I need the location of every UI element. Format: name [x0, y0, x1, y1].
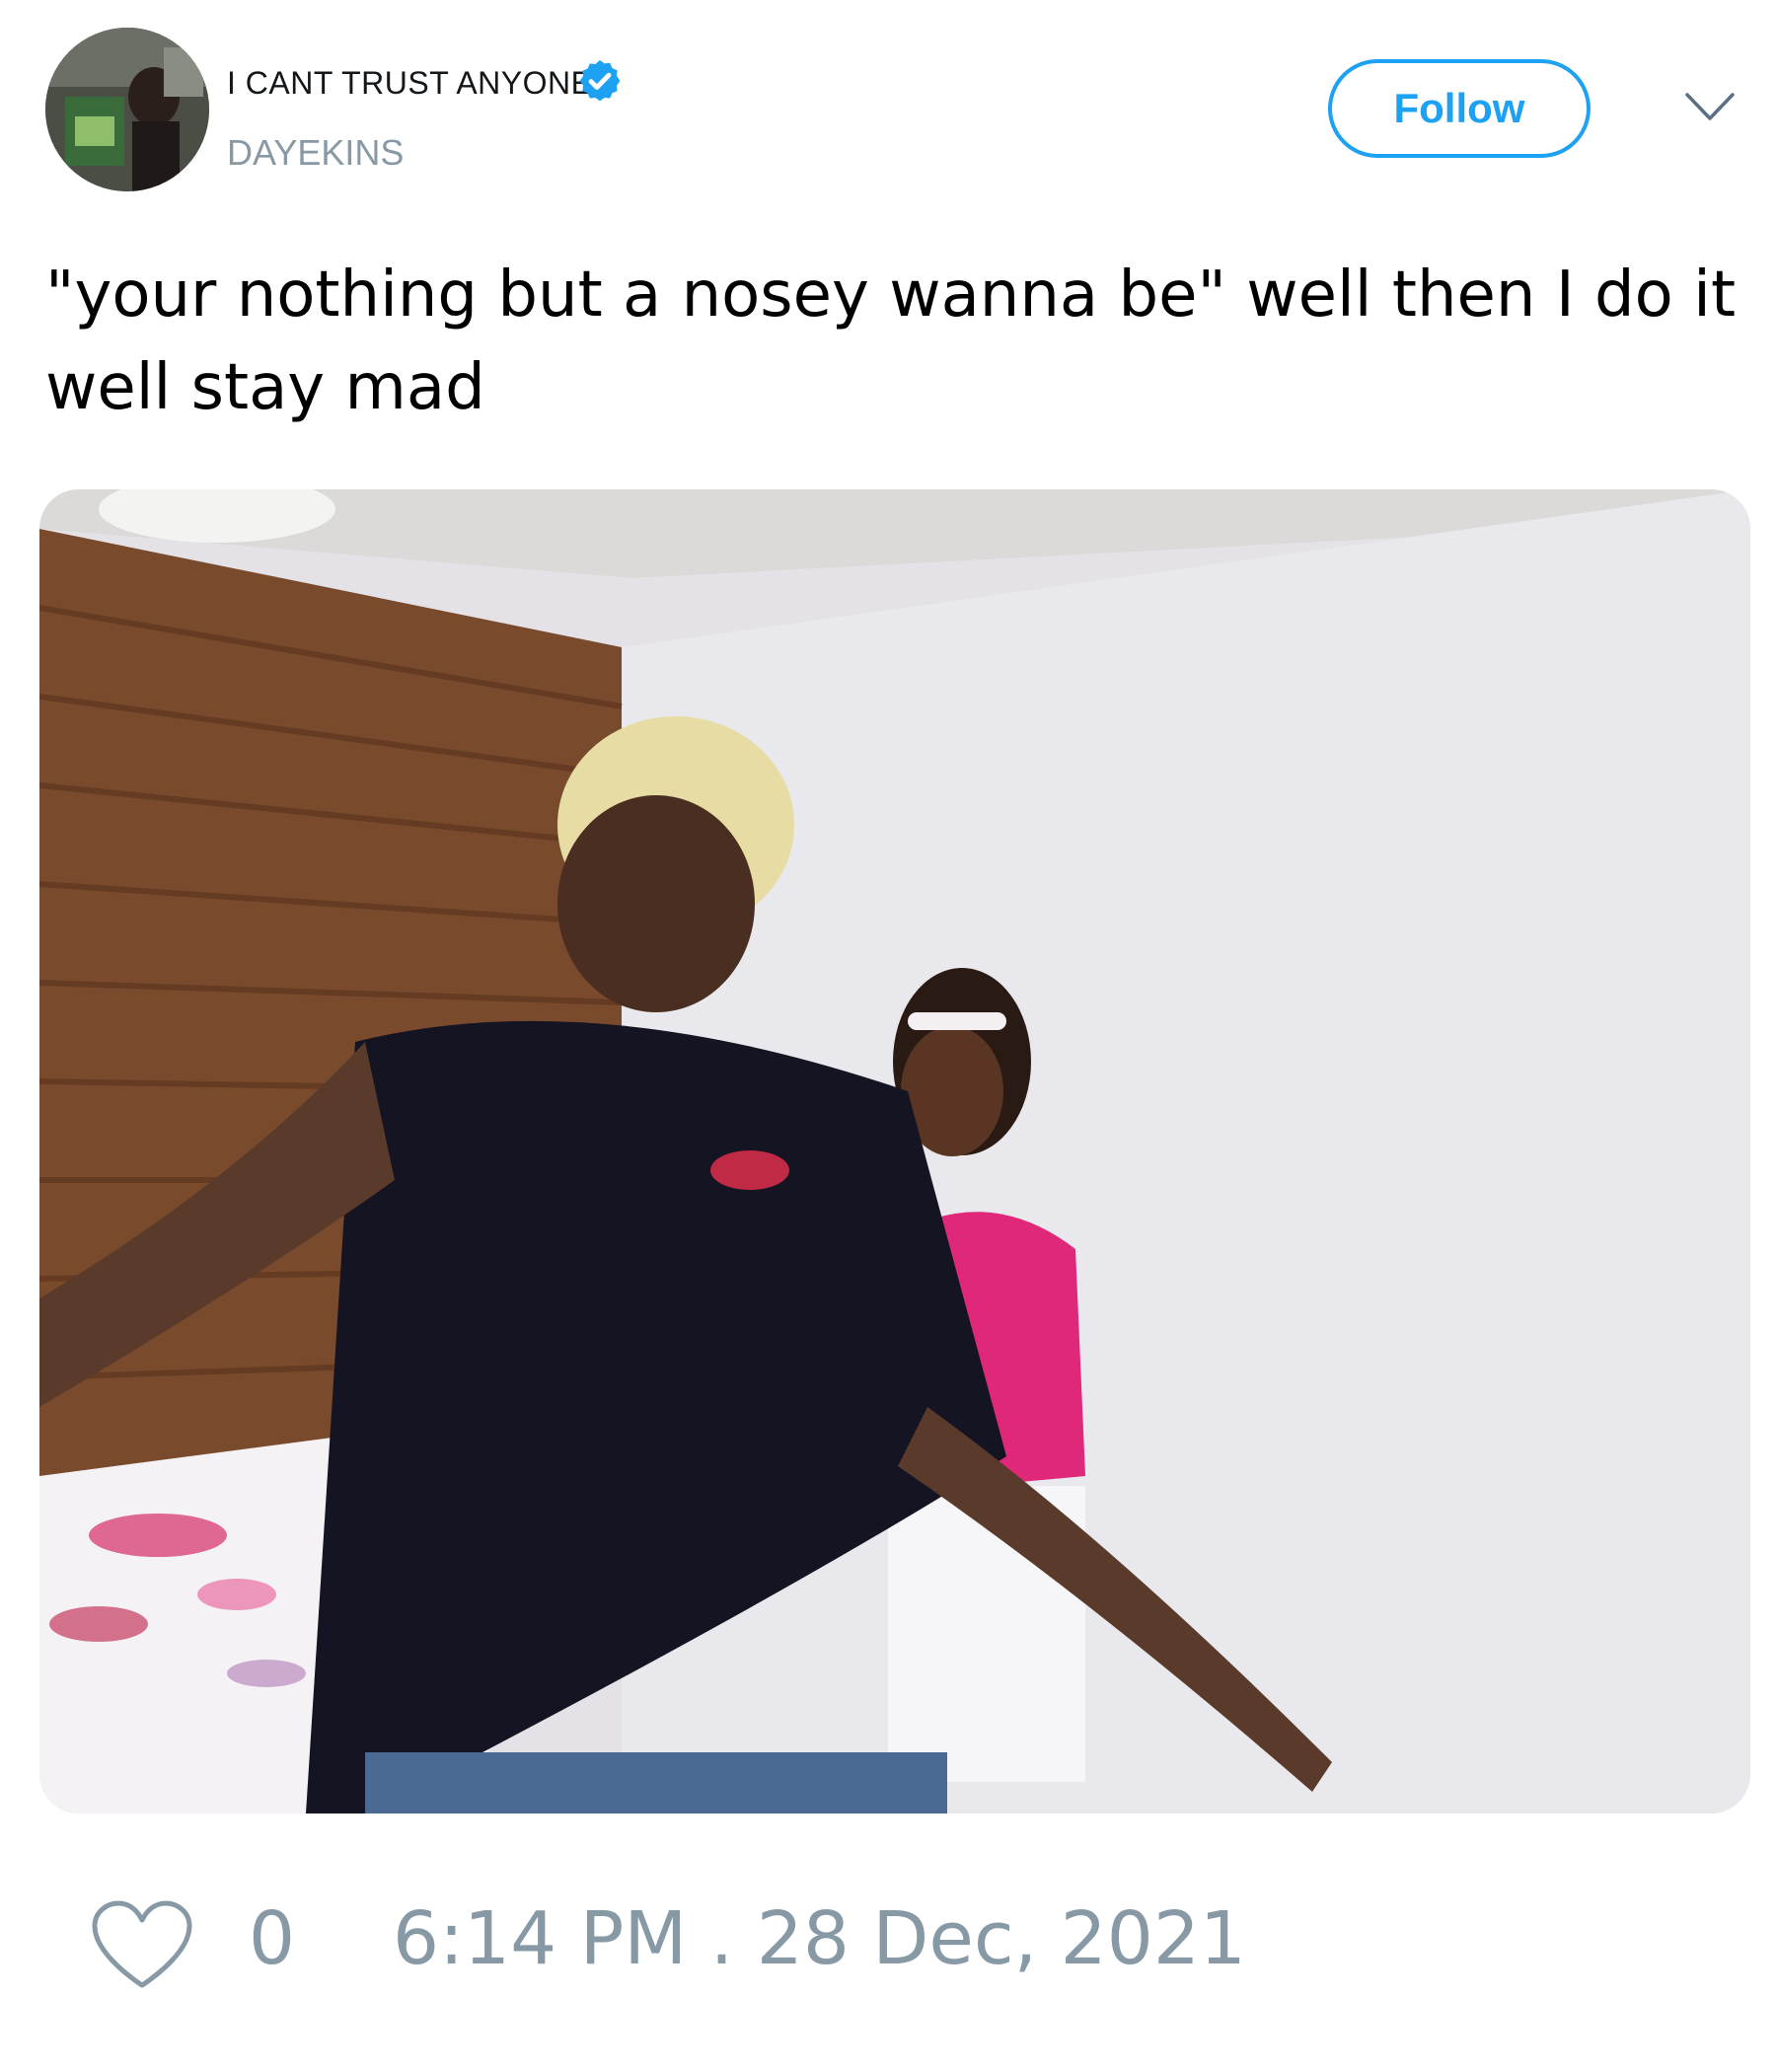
tweet-text: "your nothing but a nosey wanna be" well… — [45, 259, 1737, 424]
handle[interactable]: DAYEKINS — [227, 132, 404, 174]
follow-button[interactable]: Follow — [1328, 59, 1591, 158]
photo-two-women-in-bedroom — [39, 489, 1750, 1813]
verified-badge-icon — [579, 60, 621, 102]
chevron-down-icon[interactable] — [1683, 87, 1737, 126]
timestamp[interactable]: 6:14 PM . 28 Dec, 2021 — [393, 1902, 1246, 1975]
tweet-media[interactable] — [39, 489, 1750, 1813]
display-name[interactable]: I CANT TRUST ANYONE — [227, 65, 592, 102]
like-count: 0 — [249, 1896, 296, 1981]
avatar[interactable] — [45, 28, 209, 191]
profile-photo — [45, 28, 209, 191]
heart-icon[interactable] — [89, 1898, 195, 1993]
